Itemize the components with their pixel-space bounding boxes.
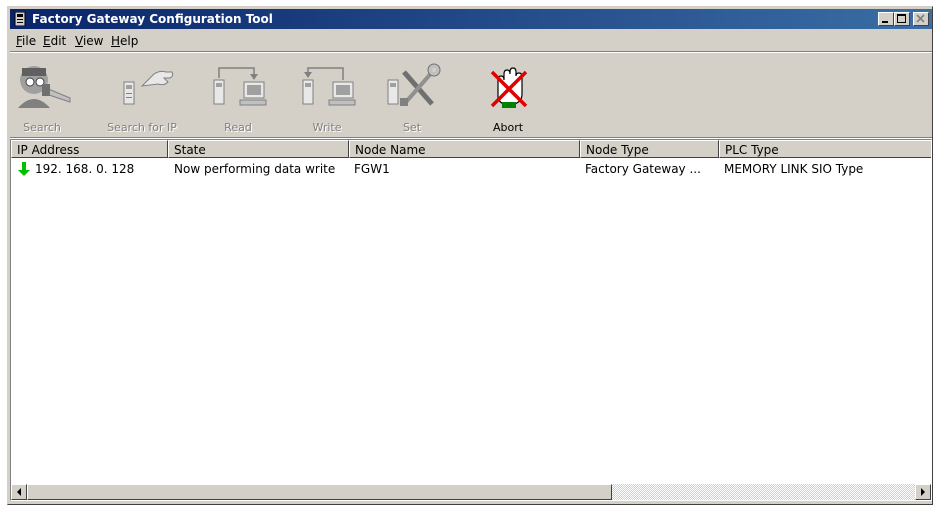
menu-view[interactable]: View (75, 34, 103, 48)
scroll-right-button[interactable] (915, 484, 931, 500)
list-header: IP Address State Node Name Node Type PLC… (11, 140, 931, 158)
pointing-hand-icon (123, 70, 174, 105)
green-down-arrow-icon (18, 162, 30, 176)
column-header-plc-type[interactable]: PLC Type (719, 140, 931, 158)
column-header-node-type[interactable]: Node Type (580, 140, 719, 158)
right-arrow-icon (921, 488, 925, 496)
menu-file[interactable]: File (16, 34, 36, 48)
app-icon (14, 12, 26, 26)
abort-hand-icon (490, 67, 528, 108)
read-device-icon (213, 67, 267, 106)
search-button[interactable]: Search (12, 58, 72, 134)
maximize-button[interactable] (894, 12, 910, 26)
search-for-ip-button[interactable]: Search for IP (102, 58, 182, 134)
table-row[interactable]: 192. 168. 0. 128 Now performing data wri… (11, 160, 931, 178)
cell-state: Now performing data write (174, 162, 336, 176)
column-header-ip-address[interactable]: IP Address (11, 140, 168, 158)
cell-ip-address: 192. 168. 0. 128 (35, 162, 135, 176)
scroll-left-button[interactable] (11, 484, 27, 500)
maximize-icon (897, 14, 906, 23)
toolbar: Search Search for IP Read Write Set Abor… (10, 54, 932, 138)
menu-bar: File Edit View Help (10, 31, 932, 50)
tools-icon (387, 63, 441, 106)
search-icon (18, 66, 71, 108)
window-title: Factory Gateway Configuration Tool (32, 12, 273, 26)
main-window: Factory Gateway Configuration Tool File … (7, 6, 933, 505)
menu-edit[interactable]: Edit (43, 34, 66, 48)
scroll-thumb[interactable] (27, 484, 612, 500)
left-arrow-icon (17, 488, 21, 496)
close-icon (916, 14, 925, 23)
column-header-state[interactable]: State (168, 140, 349, 158)
cell-plc-type: MEMORY LINK SIO Type (724, 162, 864, 176)
menu-separator (10, 51, 932, 53)
minimize-button[interactable] (878, 12, 894, 26)
column-header-node-name[interactable]: Node Name (349, 140, 580, 158)
title-bar[interactable]: Factory Gateway Configuration Tool (10, 9, 932, 29)
set-button[interactable]: Set (382, 58, 442, 134)
read-button[interactable]: Read (208, 58, 268, 134)
horizontal-scrollbar[interactable] (11, 484, 931, 500)
menu-help[interactable]: Help (111, 34, 138, 48)
abort-button[interactable]: Abort (478, 58, 538, 134)
node-list[interactable]: IP Address State Node Name Node Type PLC… (10, 139, 932, 501)
cell-node-name: FGW1 (354, 162, 390, 176)
write-device-icon (302, 67, 356, 106)
close-button[interactable] (913, 12, 929, 26)
cell-node-type: Factory Gateway ... (585, 162, 701, 176)
minimize-icon (882, 21, 888, 23)
write-button[interactable]: Write (297, 58, 357, 134)
